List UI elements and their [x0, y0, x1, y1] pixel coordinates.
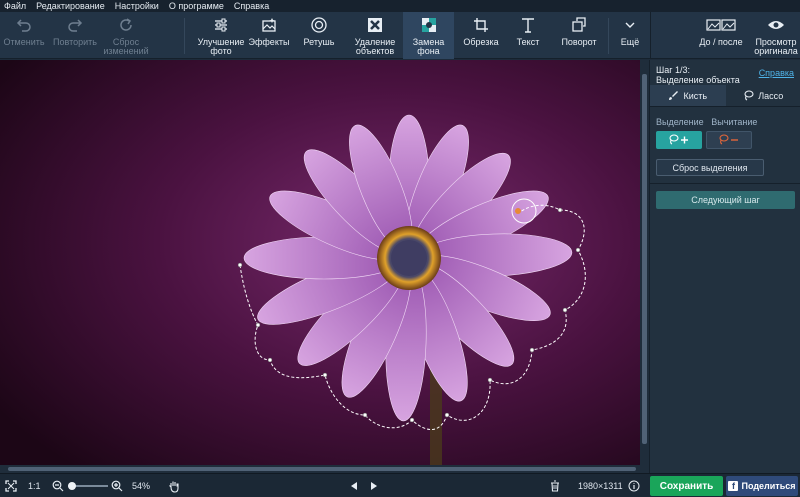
vertical-scrollbar[interactable]: [640, 60, 649, 465]
actual-size-button[interactable]: 1:1: [28, 474, 41, 497]
delete-button[interactable]: [550, 474, 560, 497]
undo-button[interactable]: Отменить: [2, 12, 46, 59]
reset-icon: [118, 12, 134, 38]
fit-screen-icon: [5, 480, 17, 492]
panel-divider: [650, 183, 800, 184]
tool-enhance-button[interactable]: Улучшение фото: [195, 12, 247, 59]
crop-icon: [473, 12, 489, 38]
lasso-icon: [744, 90, 754, 101]
tab-brush[interactable]: Кисть: [650, 85, 726, 106]
facebook-icon: f: [728, 481, 739, 491]
before-after-button[interactable]: До / после: [694, 12, 748, 59]
menu-about[interactable]: О программе: [164, 0, 229, 12]
chevron-down-icon: [624, 12, 636, 38]
previous-image-button[interactable]: [350, 474, 358, 497]
zoom-in-icon: [111, 480, 123, 492]
menu-bar: Файл Редактирование Настройки О программ…: [0, 0, 800, 12]
add-selection-button[interactable]: [656, 131, 702, 149]
view-original-button[interactable]: Просмотр оригинала: [752, 12, 800, 59]
zoom-in-button[interactable]: [111, 474, 123, 497]
scroll-thumb[interactable]: [642, 74, 647, 444]
arrow-right-icon: [371, 482, 377, 490]
toolbar-separator: [184, 18, 185, 54]
reset-changes-button[interactable]: Сброс изменений: [102, 12, 150, 59]
next-image-button[interactable]: [370, 474, 378, 497]
image-canvas[interactable]: [0, 60, 640, 465]
tool-text-button[interactable]: Текст: [508, 12, 548, 59]
share-button[interactable]: f Поделиться: [726, 476, 798, 496]
tool-rotate-button[interactable]: Поворот: [556, 12, 602, 59]
toolbar: Отменить Повторить Сброс изменений Улучш…: [0, 12, 800, 59]
trash-icon: [551, 480, 559, 492]
before-after-icon: [706, 12, 736, 38]
fit-screen-button[interactable]: [5, 474, 17, 497]
zoom-level: 54%: [132, 481, 151, 491]
text-icon: [520, 12, 536, 38]
info-button[interactable]: [628, 474, 640, 497]
scroll-thumb[interactable]: [8, 467, 636, 471]
effects-icon: [261, 12, 277, 38]
lasso-plus-icon: [669, 134, 688, 145]
tool-tabs: Кисть Лассо: [650, 85, 800, 107]
menu-file[interactable]: Файл: [0, 0, 31, 12]
flower-photo: [0, 60, 640, 465]
zoom-slider-handle[interactable]: [68, 482, 76, 490]
zoom-out-icon: [52, 480, 64, 492]
redo-icon: [67, 12, 83, 38]
redo-button[interactable]: Повторить: [50, 12, 100, 59]
save-button[interactable]: Сохранить: [650, 476, 723, 496]
step-indicator: Шаг 1/3: Выделение объекта: [656, 65, 740, 85]
retouch-icon: [310, 12, 328, 38]
menu-help[interactable]: Справка: [229, 0, 274, 12]
next-step-button[interactable]: Следующий шаг: [656, 191, 795, 209]
toolbar-separator: [608, 18, 609, 54]
background-replace-icon: [421, 12, 437, 38]
info-icon: [628, 480, 640, 492]
brush-icon: [669, 91, 679, 100]
eye-icon: [767, 12, 785, 38]
pan-tool-button[interactable]: [168, 474, 180, 497]
photo-editor-window: Файл Редактирование Настройки О программ…: [0, 0, 800, 497]
tool-retouch-button[interactable]: Ретушь: [297, 12, 341, 59]
status-bar: 1:1 54% 1980×1311 Сохранить f Поделиться: [0, 473, 800, 497]
object-removal-icon: [367, 12, 383, 38]
tool-crop-button[interactable]: Обрезка: [458, 12, 504, 59]
lasso-minus-icon: [719, 134, 738, 145]
selection-mode-labels: Выделение Вычитание: [656, 117, 758, 127]
tool-more-button[interactable]: Ещё: [612, 12, 648, 59]
subtract-selection-button[interactable]: [706, 131, 752, 149]
undo-icon: [16, 12, 32, 38]
horizontal-scrollbar[interactable]: [0, 465, 649, 473]
selection-panel: Шаг 1/3: Выделение объекта Справка Кисть…: [649, 60, 800, 473]
reset-selection-button[interactable]: Сброс выделения: [656, 159, 764, 176]
help-link[interactable]: Справка: [759, 68, 794, 78]
tool-object-removal-button[interactable]: Удаление объектов: [348, 12, 402, 59]
tool-background-replace-button[interactable]: Замена фона: [403, 12, 454, 59]
toolbar-separator: [650, 12, 651, 59]
tool-effects-button[interactable]: Эффекты: [247, 12, 291, 59]
rotate-icon: [571, 12, 587, 38]
tab-lasso[interactable]: Лассо: [726, 85, 800, 106]
sliders-icon: [213, 12, 229, 38]
zoom-out-button[interactable]: [52, 474, 64, 497]
hand-icon: [169, 481, 179, 493]
menu-edit[interactable]: Редактирование: [31, 0, 110, 12]
image-dimensions: 1980×1311: [578, 481, 623, 491]
menu-settings[interactable]: Настройки: [110, 0, 164, 12]
arrow-left-icon: [351, 482, 357, 490]
